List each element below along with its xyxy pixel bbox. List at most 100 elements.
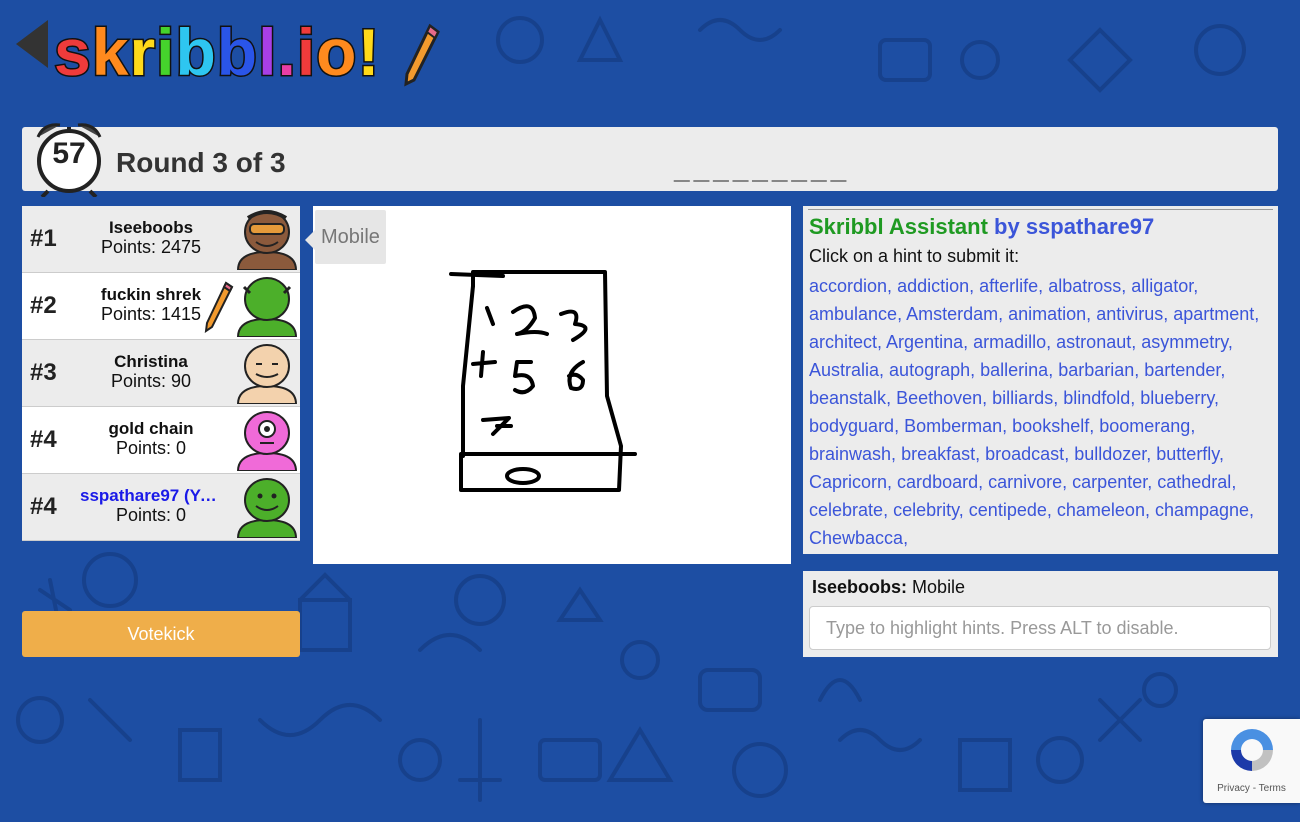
logo-text: skribbl.io! xyxy=(53,14,381,91)
hint-link[interactable]: ballerina xyxy=(980,360,1048,380)
player-points: Points: 1415 xyxy=(100,304,202,324)
hint-link[interactable]: alligator xyxy=(1131,276,1193,296)
hint-link[interactable]: armadillo xyxy=(973,332,1046,352)
recaptcha-privacy-link[interactable]: Privacy xyxy=(1217,783,1250,794)
hint-link[interactable]: broadcast xyxy=(985,444,1064,464)
hint-link[interactable]: centipede xyxy=(969,500,1047,520)
recaptcha-terms-link[interactable]: Terms xyxy=(1259,783,1286,794)
green-smiling-avatar xyxy=(236,476,298,539)
player-row[interactable]: #1 Iseeboobs Points: 2475 xyxy=(22,206,300,273)
hint-link[interactable]: Australia xyxy=(809,360,879,380)
hint-link[interactable]: barbarian xyxy=(1058,360,1134,380)
hint-link[interactable]: bookshelf xyxy=(1012,416,1089,436)
player-rank: #4 xyxy=(30,493,57,520)
hint-link[interactable]: addiction xyxy=(897,276,969,296)
hint-link[interactable]: carpenter xyxy=(1072,472,1147,492)
player-name: gold chain xyxy=(108,419,194,438)
player-points: Points: 90 xyxy=(110,371,192,391)
hint-separator: , xyxy=(970,360,981,380)
chat-input[interactable] xyxy=(809,606,1271,650)
timer-value: 57 xyxy=(52,137,86,170)
assistant-author-link[interactable]: by sspathare97 xyxy=(994,214,1154,239)
hint-link[interactable]: architect xyxy=(809,332,877,352)
round-indicator: Round 3 of 3 xyxy=(116,147,286,178)
hint-separator: , xyxy=(887,276,898,296)
hint-link[interactable]: autograph xyxy=(889,360,970,380)
hint-link[interactable]: Amsterdam xyxy=(906,304,998,324)
player-list: #1 Iseeboobs Points: 2475 #2 fuckin shrek Poi… xyxy=(22,206,300,541)
hint-link[interactable]: animation xyxy=(1008,304,1086,324)
drawing-pencil-icon xyxy=(204,281,234,333)
drawing-canvas[interactable]: Mobile xyxy=(305,206,791,564)
hint-link[interactable]: albatross xyxy=(1048,276,1121,296)
logo-letter: k xyxy=(90,14,130,91)
hint-link[interactable]: brainwash xyxy=(809,444,891,464)
logo-letter: o xyxy=(315,14,358,91)
hint-link[interactable]: Chewbacca xyxy=(809,528,903,548)
player-row[interactable]: #3 Christina Points: 90 xyxy=(22,340,300,407)
assistant-title: Skribbl Assistant by sspathare97 xyxy=(809,214,1154,240)
speech-bubble-arrow xyxy=(305,230,315,250)
hint-link[interactable]: Capricorn xyxy=(809,472,887,492)
brown-sunglasses-avatar xyxy=(236,208,298,271)
hint-link[interactable]: celebrate xyxy=(809,500,883,520)
hint-link[interactable]: butterfly xyxy=(1156,444,1219,464)
hint-link[interactable]: Bomberman xyxy=(904,416,1002,436)
hint-link[interactable]: apartment xyxy=(1173,304,1254,324)
hint-link[interactable]: antivirus xyxy=(1096,304,1163,324)
player-row[interactable]: #4 sspathare97 (You) Points: 0 xyxy=(22,474,300,541)
skribbl-assistant-panel: Skribbl Assistant by sspathare97 Click o… xyxy=(803,206,1278,554)
hint-link[interactable]: Argentina xyxy=(886,332,963,352)
hint-link[interactable]: bartender xyxy=(1144,360,1220,380)
hint-separator: , xyxy=(1227,332,1233,352)
hint-separator: , xyxy=(975,444,986,464)
logo-letter: r xyxy=(128,14,157,91)
back-arrow-icon[interactable] xyxy=(16,20,48,68)
hint-link[interactable]: bodyguard xyxy=(809,416,894,436)
chat-message: Iseeboobs: Mobile xyxy=(812,577,965,598)
hint-separator: , xyxy=(887,472,898,492)
player-name: Iseeboobs xyxy=(108,218,194,237)
logo-letter: . xyxy=(276,14,297,91)
skribbl-logo[interactable]: skribbl.io! xyxy=(14,14,444,98)
hint-link[interactable]: accordion xyxy=(809,276,887,296)
hint-link[interactable]: celebrity xyxy=(893,500,959,520)
hint-separator: , xyxy=(1131,332,1142,352)
hint-link[interactable]: breakfast xyxy=(901,444,975,464)
hint-separator: , xyxy=(1046,500,1057,520)
hint-link[interactable]: beanstalk xyxy=(809,388,886,408)
votekick-button[interactable]: Votekick xyxy=(22,611,300,657)
hint-link[interactable]: ambulance xyxy=(809,304,897,324)
hint-link[interactable]: bulldozer xyxy=(1074,444,1146,464)
player-row[interactable]: #4 gold chain Points: 0 xyxy=(22,407,300,474)
hint-separator: , xyxy=(982,388,993,408)
logo-letter: s xyxy=(53,14,93,91)
word-hint: _________ xyxy=(674,153,851,184)
hint-link[interactable]: carnivore xyxy=(988,472,1062,492)
player-name: sspathare97 (You) xyxy=(80,486,222,505)
hint-link[interactable]: afterlife xyxy=(979,276,1038,296)
hint-separator: , xyxy=(1163,304,1174,324)
hint-link[interactable]: cathedral xyxy=(1157,472,1231,492)
hint-link[interactable]: champagne xyxy=(1155,500,1249,520)
player-points: Points: 2475 xyxy=(100,237,202,257)
speech-bubble-text: Mobile xyxy=(321,226,380,248)
hint-link[interactable]: Beethoven xyxy=(896,388,982,408)
player-row[interactable]: #2 fuckin shrek Points: 1415 xyxy=(22,273,300,340)
hint-link[interactable]: asymmetry xyxy=(1141,332,1228,352)
hint-separator: , xyxy=(886,388,897,408)
hint-separator: , xyxy=(1134,360,1145,380)
hint-separator: , xyxy=(1121,276,1132,296)
logo-letter: i xyxy=(295,14,317,91)
hint-link[interactable]: billiards xyxy=(992,388,1053,408)
chat-message-author: Iseeboobs: xyxy=(812,577,908,597)
hint-link[interactable]: astronaut xyxy=(1056,332,1131,352)
recaptcha-badge[interactable]: Privacy - Terms xyxy=(1203,719,1300,803)
hint-link[interactable]: blueberry xyxy=(1140,388,1214,408)
hint-link[interactable]: blindfold xyxy=(1063,388,1130,408)
hint-link[interactable]: chameleon xyxy=(1057,500,1145,520)
hint-link[interactable]: cardboard xyxy=(897,472,978,492)
recaptcha-icon xyxy=(1231,729,1273,771)
hint-link[interactable]: boomerang xyxy=(1099,416,1190,436)
player-rank: #3 xyxy=(30,359,57,386)
